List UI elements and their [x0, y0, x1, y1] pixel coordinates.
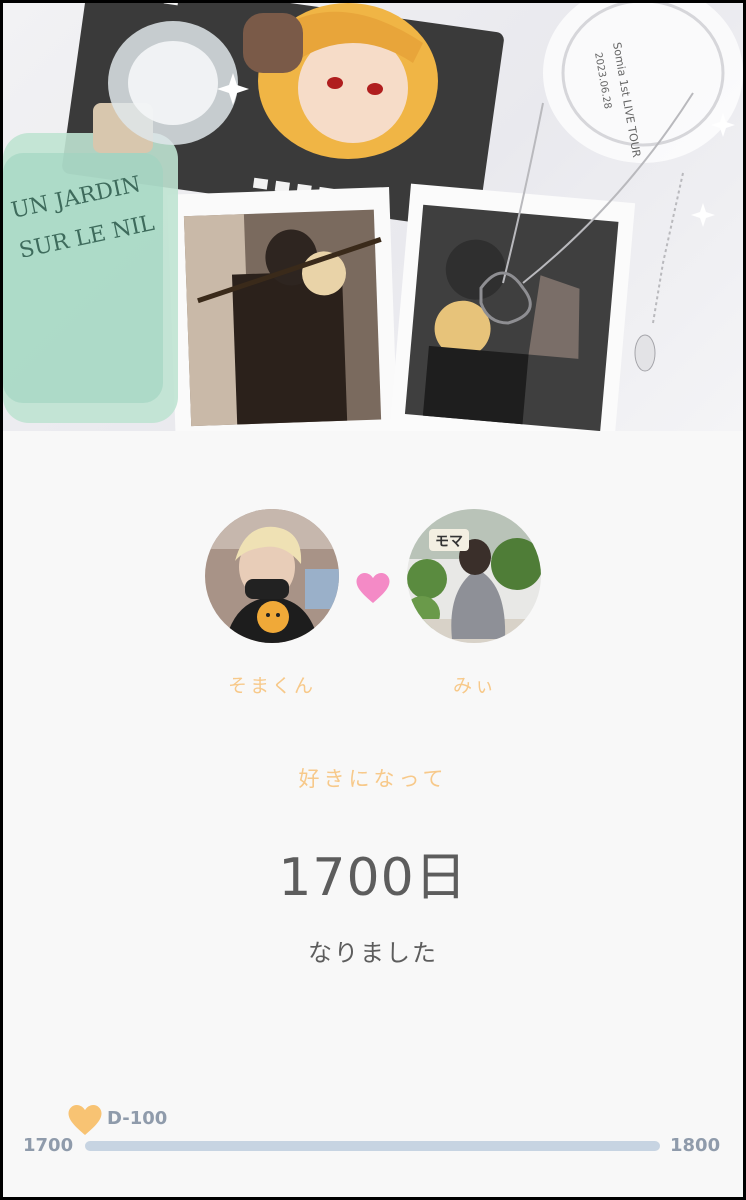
sign-text: モマ — [435, 534, 463, 550]
right-name: みぃ — [452, 675, 497, 697]
progress-start-label: 1700 — [23, 1135, 74, 1156]
progress-end-label: 1800 — [670, 1135, 721, 1156]
avatar-right[interactable]: モマ — [407, 509, 541, 643]
left-name: そまくん — [227, 675, 316, 697]
milestone-label: D-100 — [107, 1108, 168, 1129]
hero-photo: Somia 1st LIVE TOUR 2023.06.28 UN JARDIN… — [3, 3, 743, 431]
avatar-left[interactable] — [205, 509, 339, 643]
hero-illustration: Somia 1st LIVE TOUR 2023.06.28 UN JARDIN… — [3, 3, 743, 431]
heart-icon — [356, 573, 390, 603]
avatar-right-photo: モマ — [407, 509, 541, 643]
progress-bar — [85, 1141, 660, 1151]
day-count: 1700日 — [278, 848, 468, 908]
milestone-heart-icon — [68, 1105, 102, 1135]
avatar-left-photo — [205, 509, 339, 643]
counter-caption: 好きになって — [298, 767, 448, 791]
screen: Somia 1st LIVE TOUR 2023.06.28 UN JARDIN… — [3, 3, 743, 1197]
counter-suffix: なりました — [308, 939, 438, 967]
